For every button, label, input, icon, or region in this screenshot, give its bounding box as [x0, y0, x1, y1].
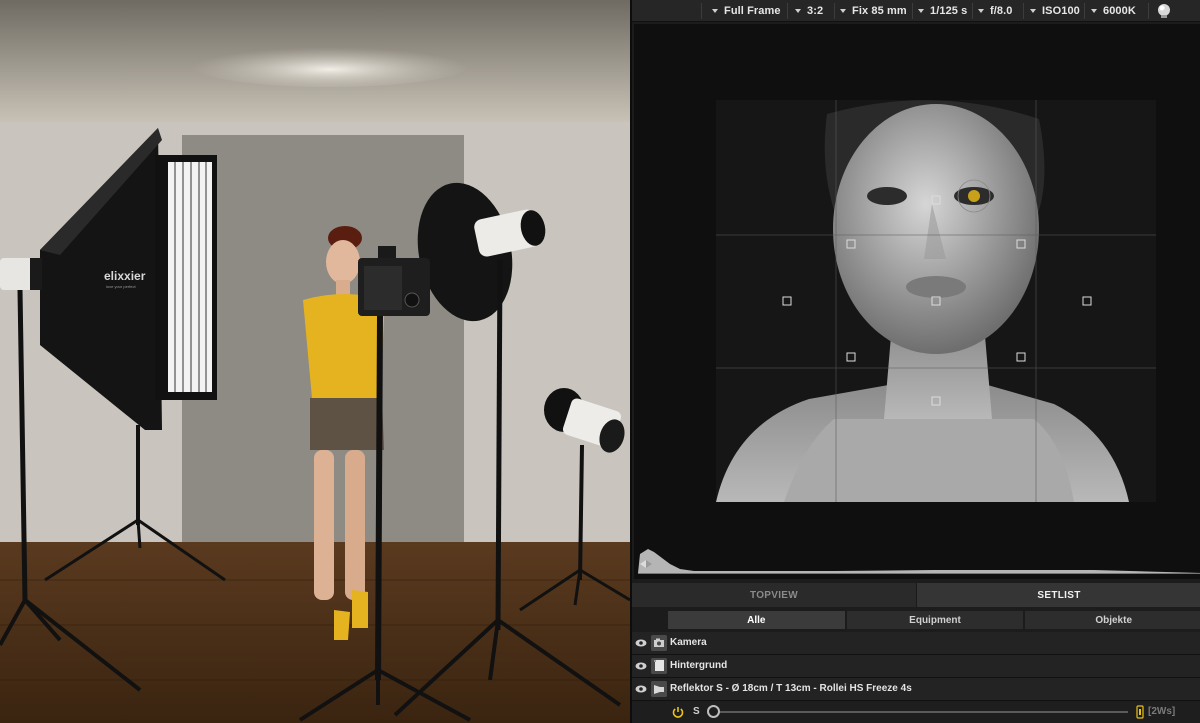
caret-down-icon — [918, 9, 924, 13]
camera-preview[interactable] — [634, 24, 1200, 579]
caret-down-icon — [1091, 9, 1097, 13]
camera-settings-bar: Full Frame 3:2 Fix 85 mm 1/125 s f/8.0 I… — [632, 0, 1200, 22]
studio-3d-viewport[interactable]: elixxier love your perfect — [0, 0, 630, 723]
flash-power-icon — [1136, 705, 1144, 719]
background-icon — [651, 658, 667, 674]
filter-equipment[interactable]: Equipment — [846, 611, 1024, 629]
setlist-item-label: Kamera — [670, 637, 707, 648]
eye-visibility-icon[interactable] — [635, 638, 647, 648]
shutter-value: 1/125 s — [930, 5, 968, 17]
softbox-slogan: love your perfect — [106, 284, 136, 289]
app-window: elixxier love your perfect Full Frame 3:… — [0, 0, 1200, 723]
setlist: Kamera Hintergrund Reflektor S - Ø 18cm … — [632, 632, 1200, 723]
lens-value: Fix 85 mm — [852, 5, 907, 17]
aspect-dropdown[interactable]: 3:2 — [795, 0, 823, 22]
camera-icon — [651, 635, 667, 651]
lens-dropdown[interactable]: Fix 85 mm — [840, 0, 907, 22]
separator — [701, 3, 702, 19]
caret-down-icon — [795, 9, 801, 13]
power-slider-track[interactable] — [716, 711, 1128, 713]
eye-visibility-icon[interactable] — [635, 661, 647, 671]
separator — [912, 3, 913, 19]
reflector-icon — [651, 681, 667, 697]
filter-objekte[interactable]: Objekte — [1025, 611, 1200, 629]
caret-down-icon — [840, 9, 846, 13]
setlist-item-label: Hintergrund — [670, 660, 728, 671]
setlist-item-kamera[interactable]: Kamera — [632, 632, 1200, 655]
separator — [787, 3, 788, 19]
aspect-value: 3:2 — [807, 5, 824, 17]
setlist-item-hintergrund[interactable]: Hintergrund — [632, 655, 1200, 678]
tab-setlist[interactable]: SETLIST — [917, 583, 1200, 607]
power-value: [2Ws] — [1148, 706, 1176, 717]
sensor-dropdown[interactable]: Full Frame — [712, 0, 781, 22]
softbox-brand: elixxier — [104, 269, 146, 283]
setlist-item-reflektor[interactable]: Reflektor S - Ø 18cm / T 13cm - Rollei H… — [632, 678, 1200, 701]
reflektor-power-row: S [2Ws] — [632, 701, 1200, 723]
power-slider-knob[interactable] — [707, 705, 720, 718]
aperture-dropdown[interactable]: f/8.0 — [978, 0, 1013, 22]
tab-topview[interactable]: TOPVIEW — [632, 583, 917, 607]
setlist-filters: Alle Equipment Objekte — [668, 611, 1200, 629]
light-bulb-icon[interactable] — [1156, 3, 1172, 19]
iso-dropdown[interactable]: ISO100 — [1030, 0, 1080, 22]
camera-panel: Full Frame 3:2 Fix 85 mm 1/125 s f/8.0 I… — [630, 0, 1200, 723]
shutter-dropdown[interactable]: 1/125 s — [918, 0, 967, 22]
white-balance-value: 6000K — [1103, 5, 1136, 17]
studio-scene: elixxier love your perfect — [0, 0, 630, 723]
separator — [834, 3, 835, 19]
separator — [972, 3, 973, 19]
power-icon[interactable] — [672, 706, 684, 718]
separator — [1023, 3, 1024, 19]
white-balance-dropdown[interactable]: 6000K — [1091, 0, 1136, 22]
power-mode-label: S — [693, 706, 700, 717]
eye-visibility-icon[interactable] — [635, 684, 647, 694]
iso-value: ISO100 — [1042, 5, 1080, 17]
separator — [1084, 3, 1085, 19]
separator — [1148, 3, 1149, 19]
setlist-item-label: Reflektor S - Ø 18cm / T 13cm - Rollei H… — [670, 683, 912, 694]
view-tabs: TOPVIEW SETLIST — [632, 583, 1200, 607]
sensor-value: Full Frame — [724, 5, 781, 17]
filter-alle[interactable]: Alle — [668, 611, 845, 629]
caret-down-icon — [712, 9, 718, 13]
aperture-value: f/8.0 — [990, 5, 1013, 17]
caret-down-icon — [1030, 9, 1036, 13]
caret-down-icon — [978, 9, 984, 13]
preview-image — [634, 24, 1200, 579]
